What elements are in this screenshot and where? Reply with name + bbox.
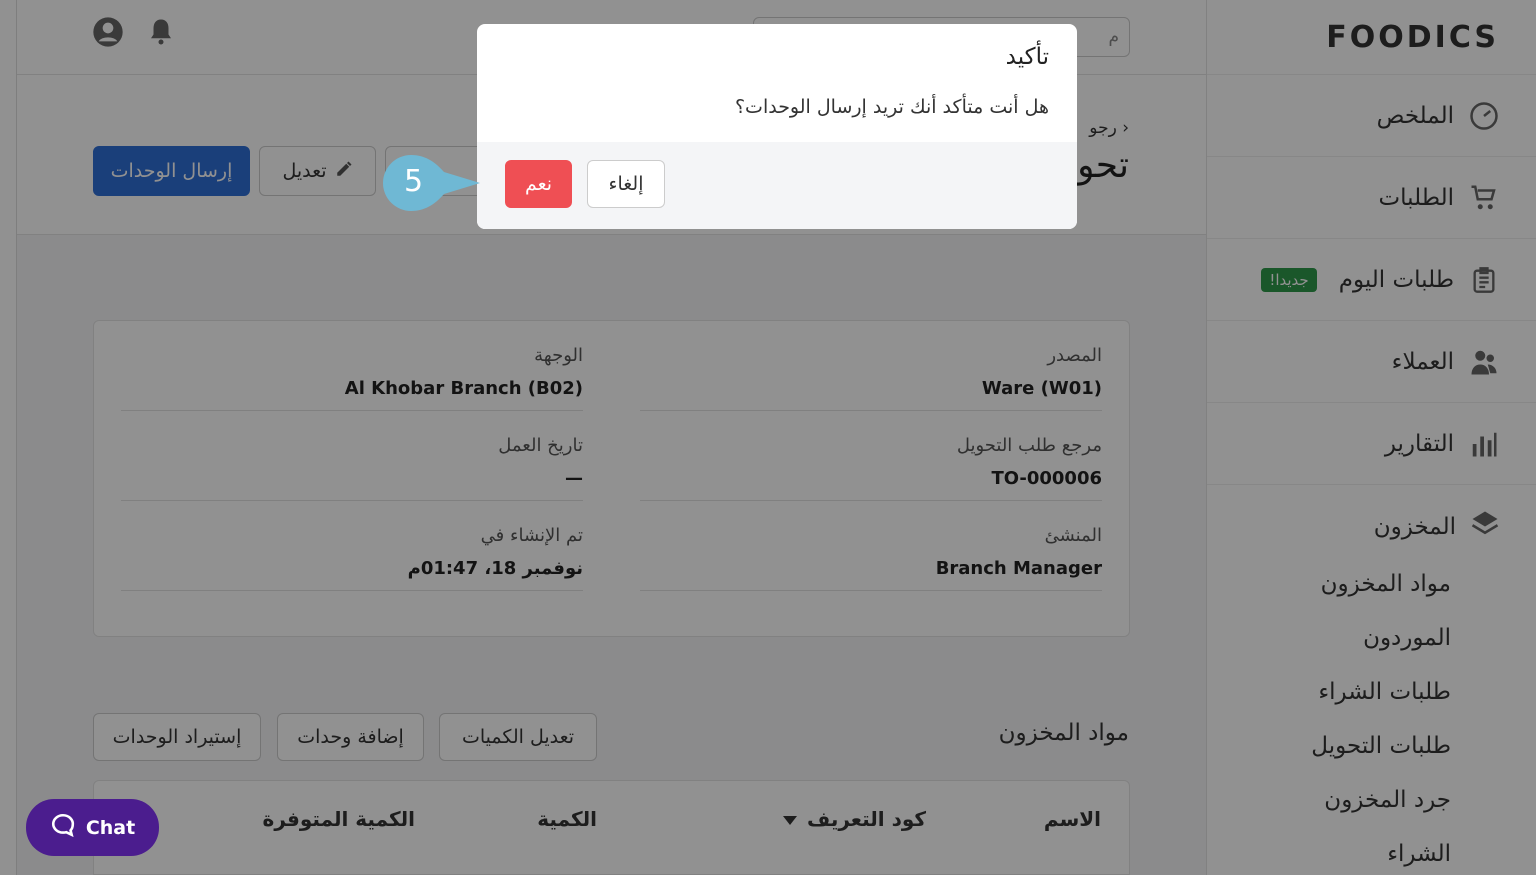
confirm-yes-label: نعم	[524, 173, 553, 195]
cancel-label: إلغاء	[608, 173, 644, 195]
dialog-footer: إلغاء نعم	[477, 142, 1077, 229]
dialog-message: هل أنت متأكد أنك تريد إرسال الوحدات؟	[734, 96, 1049, 118]
cancel-button[interactable]: إلغاء	[587, 160, 665, 208]
chat-label: Chat	[85, 816, 136, 839]
confirm-yes-button[interactable]: نعم	[505, 160, 572, 208]
step-marker: 5	[382, 154, 482, 212]
confirm-dialog: تأكيد هل أنت متأكد أنك تريد إرسال الوحدا…	[477, 24, 1077, 229]
dialog-title: تأكيد	[1005, 44, 1049, 70]
chat-bubble-icon	[50, 812, 76, 843]
step-number: 5	[404, 164, 424, 199]
chat-button[interactable]: Chat	[26, 799, 159, 856]
